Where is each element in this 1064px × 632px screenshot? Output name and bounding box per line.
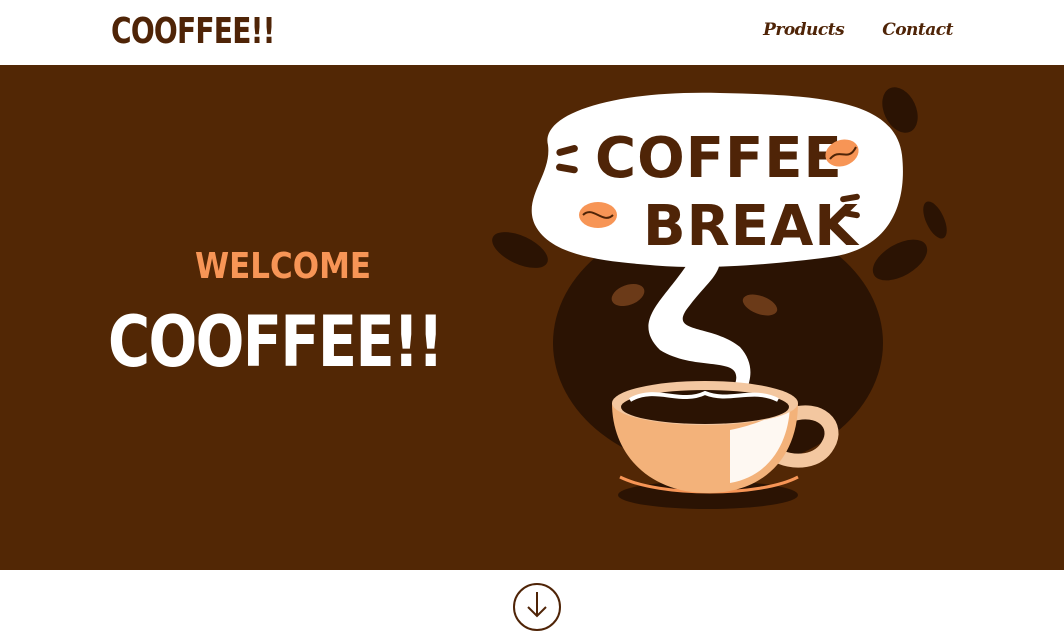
nav-link-contact[interactable]: Contact xyxy=(882,20,953,40)
speech-text-coffee: COFFEE xyxy=(595,126,843,191)
hero-welcome-text: WELCOME xyxy=(195,246,372,287)
nav-link-products[interactable]: Products xyxy=(763,20,845,40)
hero-title: COOFFEE!! xyxy=(108,301,444,383)
splash-drop xyxy=(923,201,947,239)
top-navbar: COOFFEE!! Products Contact xyxy=(0,0,1064,65)
arrow-down-circle-icon[interactable] xyxy=(512,582,562,632)
site-logo[interactable]: COOFFEE!! xyxy=(111,10,275,54)
speech-text-break: BREAK xyxy=(643,194,860,259)
coffee-bean-icon xyxy=(579,202,617,228)
main-nav: Products Contact xyxy=(763,20,953,40)
hero-section: WELCOME COOFFEE!! COFFEE BREAK xyxy=(0,65,1064,570)
coffee-break-illustration: COFFEE BREAK xyxy=(492,87,947,509)
splash-drop xyxy=(872,239,928,281)
